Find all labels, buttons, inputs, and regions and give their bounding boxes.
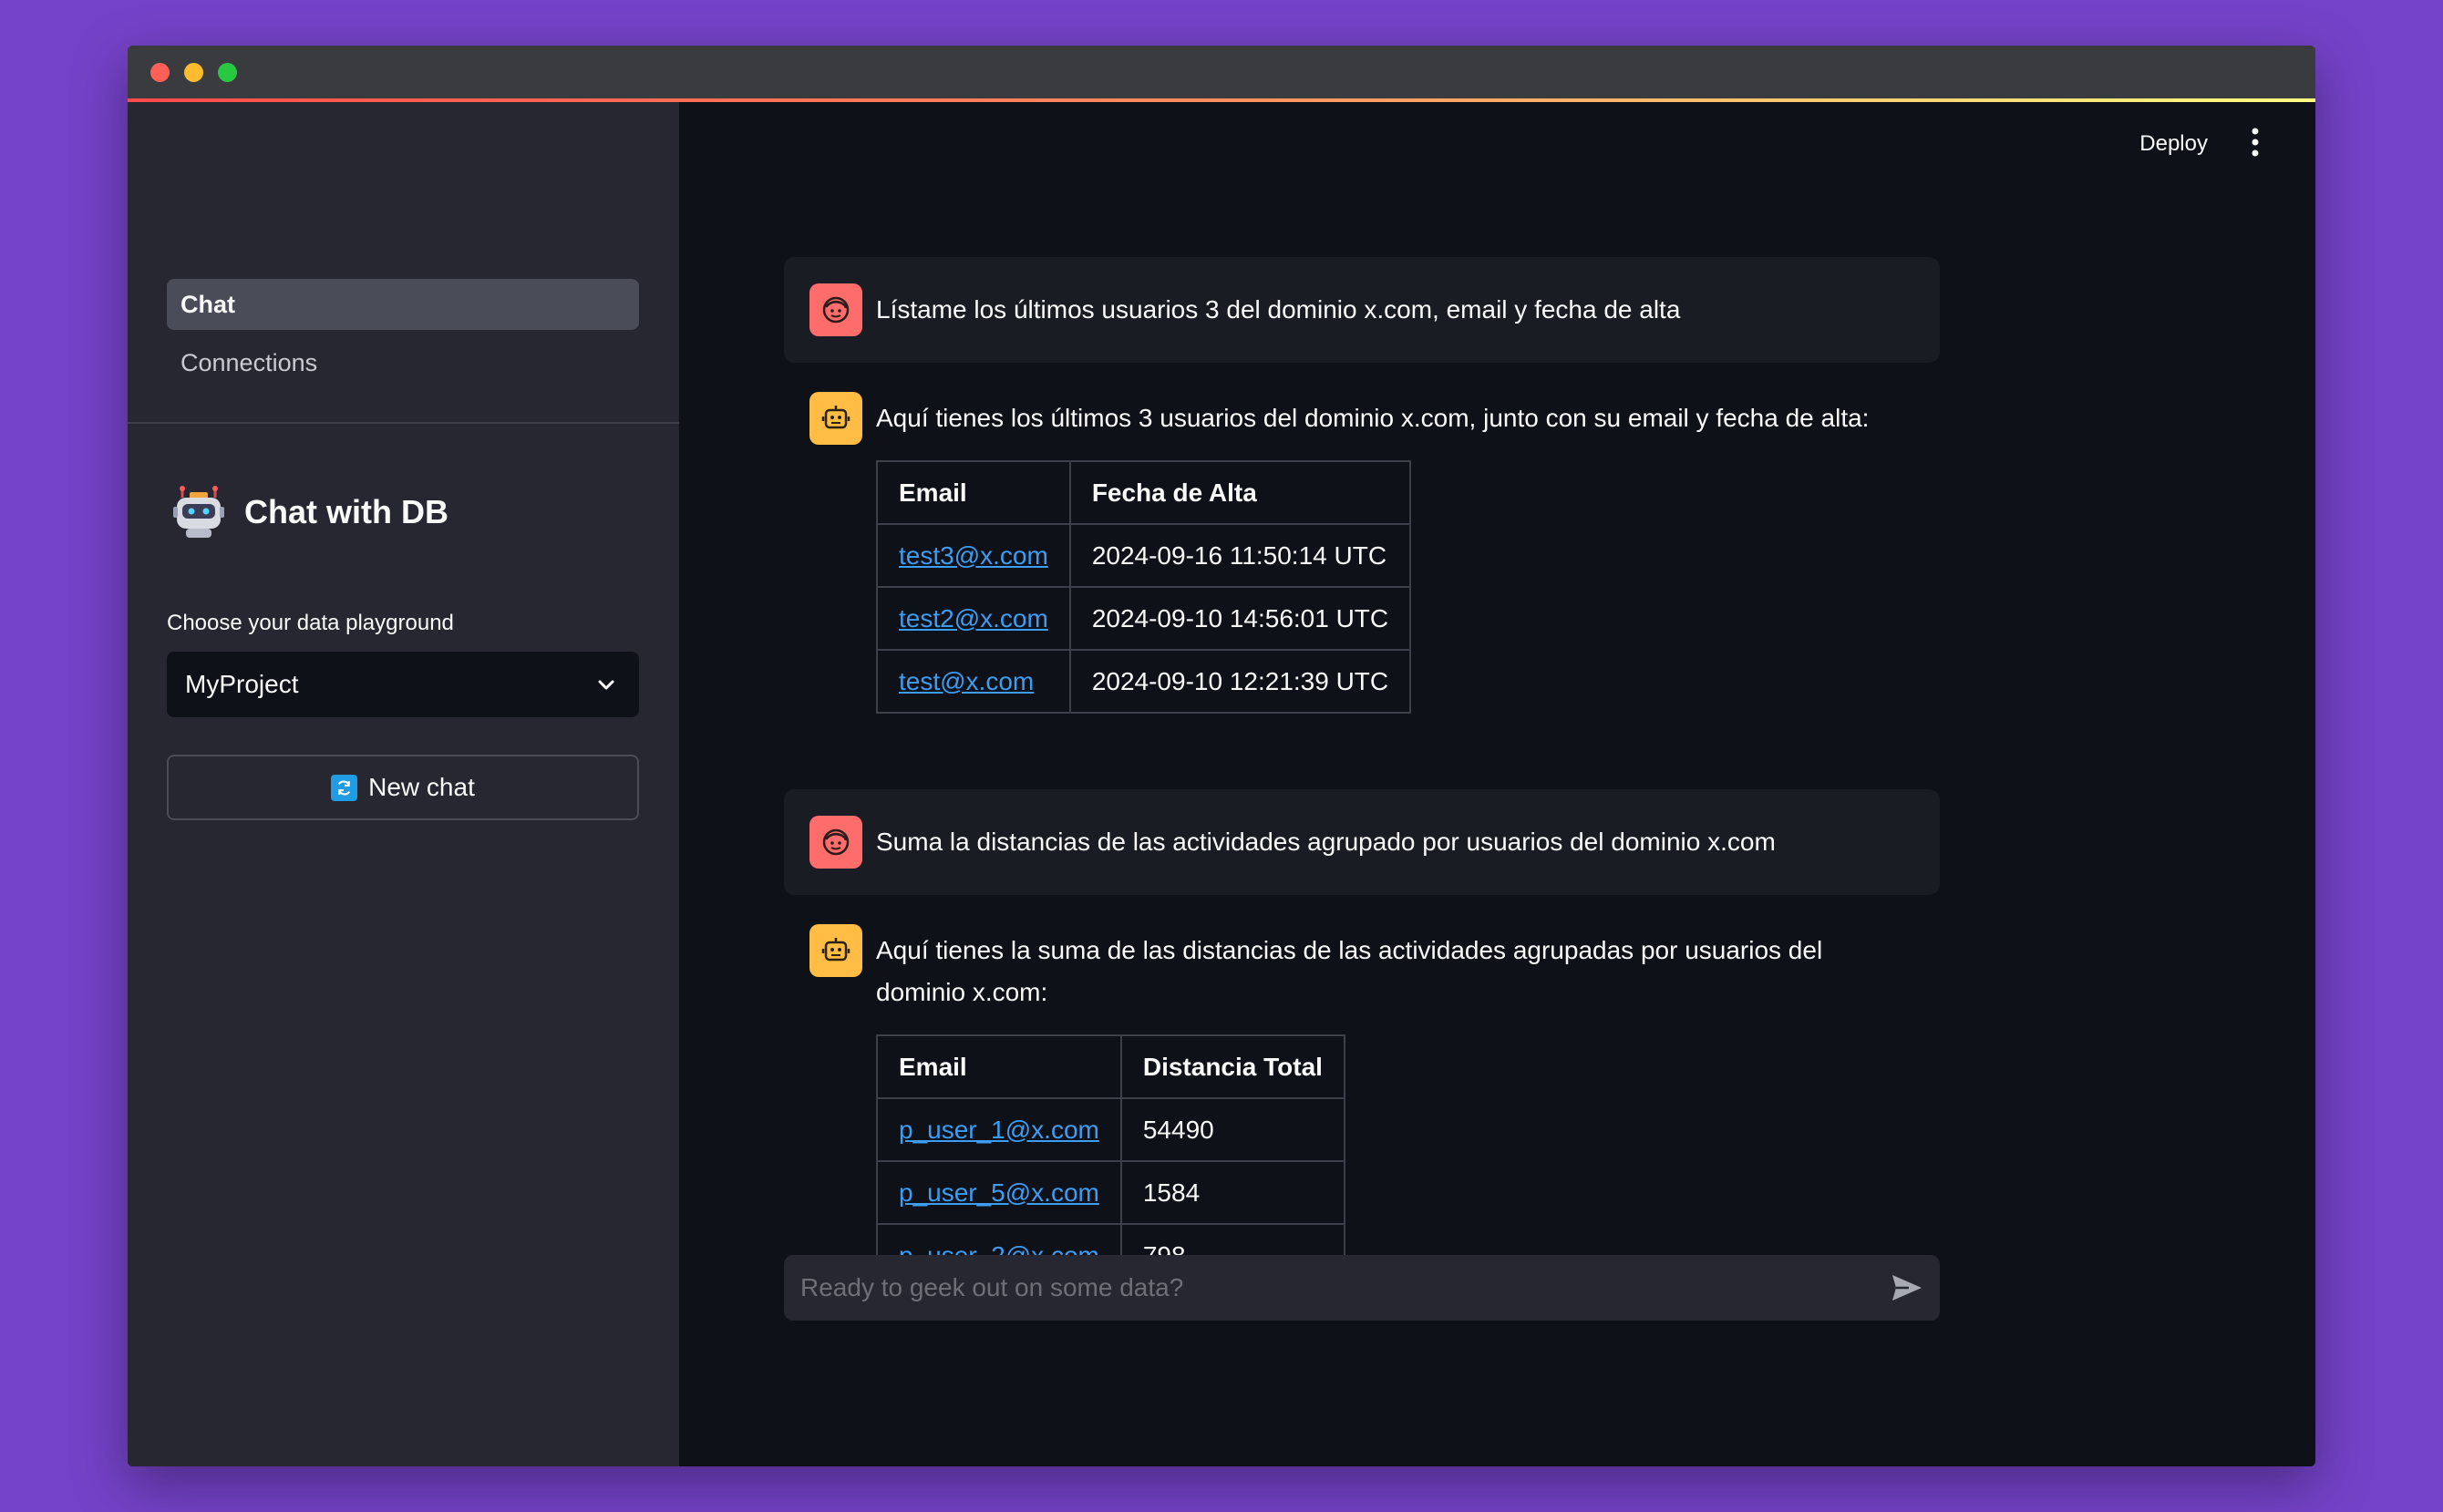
sidebar-item-label: Chat xyxy=(180,291,235,318)
message-text: Aquí tienes la suma de las distancias de… xyxy=(876,930,1885,1013)
table-cell: test@x.com xyxy=(877,650,1070,713)
table-header-cell: Fecha de Alta xyxy=(1070,461,1410,524)
result-table: Email Fecha de Alta test3@x.com 2024-09-… xyxy=(876,460,1411,714)
more-options-icon[interactable] xyxy=(2250,126,2261,159)
robot-avatar-icon xyxy=(809,392,862,445)
app-header: Chat with DB xyxy=(173,483,448,541)
sidebar-divider xyxy=(128,422,679,424)
email-link[interactable]: p_user_1@x.com xyxy=(899,1116,1099,1144)
table-cell: 2024-09-10 14:56:01 UTC xyxy=(1070,587,1410,650)
table-cell: p_user_1@x.com xyxy=(877,1098,1121,1161)
table-header-row: Email Fecha de Alta xyxy=(877,461,1410,524)
chat-message-user: Lístame los últimos usuarios 3 del domin… xyxy=(784,257,1940,363)
sidebar-item-connections[interactable]: Connections xyxy=(167,337,639,388)
playground-select[interactable]: MyProject xyxy=(167,652,639,717)
table-header-row: Email Distancia Total xyxy=(877,1035,1345,1098)
window-titlebar xyxy=(128,46,2315,98)
send-icon[interactable] xyxy=(1891,1273,1923,1302)
user-avatar-icon xyxy=(809,283,862,336)
table-cell: p_user_5@x.com xyxy=(877,1161,1121,1224)
email-link[interactable]: test3@x.com xyxy=(899,541,1048,570)
playground-select-label: Choose your data playground xyxy=(167,611,454,636)
robot-avatar-icon xyxy=(809,924,862,977)
chat-message-assistant: Aquí tienes los últimos 3 usuarios del d… xyxy=(784,383,1940,793)
table-row: p_user_1@x.com 54490 xyxy=(877,1098,1345,1161)
message-text: Suma la distancias de las actividades ag… xyxy=(876,821,1885,863)
table-cell: 2024-09-16 11:50:14 UTC xyxy=(1070,524,1410,587)
chat-input-bar xyxy=(784,1255,1940,1321)
table-row: p_user_5@x.com 1584 xyxy=(877,1161,1345,1224)
minimize-window-button[interactable] xyxy=(184,63,203,82)
email-link[interactable]: test2@x.com xyxy=(899,604,1048,633)
new-chat-button[interactable]: New chat xyxy=(167,755,639,820)
table-cell: test3@x.com xyxy=(877,524,1070,587)
sidebar-item-label: Connections xyxy=(180,349,317,376)
email-link[interactable]: p_user_5@x.com xyxy=(899,1178,1099,1207)
chat-message-user: Suma la distancias de las actividades ag… xyxy=(784,789,1940,895)
close-window-button[interactable] xyxy=(150,63,170,82)
table-cell: test2@x.com xyxy=(877,587,1070,650)
table-header-cell: Distancia Total xyxy=(1121,1035,1345,1098)
chevron-down-icon xyxy=(595,674,617,695)
table-header-cell: Email xyxy=(877,461,1070,524)
playground-select-value: MyProject xyxy=(185,670,298,698)
message-text: Lístame los últimos usuarios 3 del domin… xyxy=(876,289,1885,331)
sidebar-item-chat[interactable]: Chat xyxy=(167,279,639,330)
message-text: Aquí tienes los últimos 3 usuarios del d… xyxy=(876,397,1885,439)
table-header-cell: Email xyxy=(877,1035,1121,1098)
table-row: test2@x.com 2024-09-10 14:56:01 UTC xyxy=(877,587,1410,650)
table-row: test@x.com 2024-09-10 12:21:39 UTC xyxy=(877,650,1410,713)
refresh-icon xyxy=(331,775,357,801)
deploy-button[interactable]: Deploy xyxy=(2139,131,2208,157)
table-row: test3@x.com 2024-09-16 11:50:14 UTC xyxy=(877,524,1410,587)
table-cell: 2024-09-10 12:21:39 UTC xyxy=(1070,650,1410,713)
new-chat-label: New chat xyxy=(368,773,475,802)
chat-input[interactable] xyxy=(800,1255,1849,1321)
chat-messages: Lístame los últimos usuarios 3 del domin… xyxy=(784,205,1940,1285)
table-cell: 54490 xyxy=(1121,1098,1345,1161)
chat-message-assistant: Aquí tienes la suma de las distancias de… xyxy=(784,915,1940,1285)
email-link[interactable]: test@x.com xyxy=(899,667,1034,695)
robot-logo-icon xyxy=(173,485,224,540)
table-cell: 1584 xyxy=(1121,1161,1345,1224)
user-avatar-icon xyxy=(809,816,862,869)
sidebar: Chat Connections Chat with DB xyxy=(128,102,679,1466)
maximize-window-button[interactable] xyxy=(218,63,237,82)
result-table: Email Distancia Total p_user_1@x.com 544… xyxy=(876,1034,1345,1285)
app-title: Chat with DB xyxy=(244,493,448,531)
